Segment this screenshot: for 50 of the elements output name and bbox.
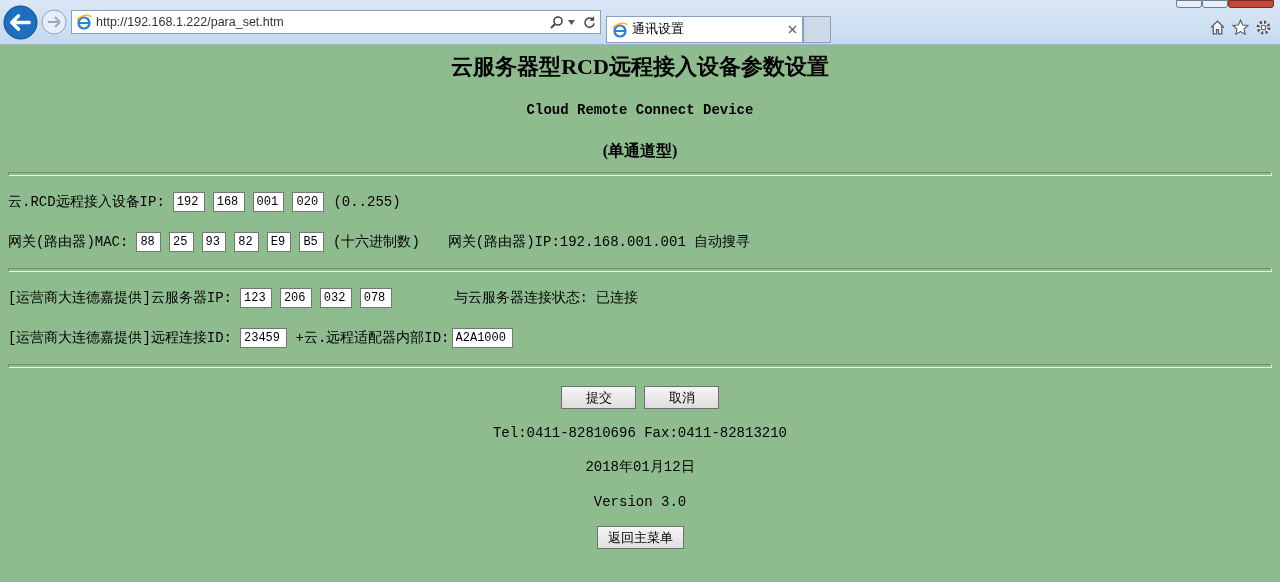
field-hint: (0..255) — [333, 192, 401, 212]
close-icon[interactable] — [788, 25, 797, 34]
input-field[interactable]: 206 — [279, 288, 312, 308]
input-field[interactable]: 82 — [234, 232, 259, 252]
search-icon[interactable] — [550, 15, 564, 29]
field-label: [运营商大连德嘉提供]远程连接ID: — [8, 328, 232, 348]
minimize-button[interactable] — [1176, 0, 1202, 8]
contact-text: Tel:0411-82810696 Fax:0411-82813210 — [491, 424, 789, 443]
input-field[interactable]: 032 — [319, 288, 352, 308]
input-field[interactable]: 25 — [169, 232, 194, 252]
dropdown-caret-icon[interactable] — [568, 19, 575, 25]
form-button[interactable]: 提交 — [561, 386, 636, 409]
star-icon[interactable] — [1232, 18, 1249, 36]
home-icon[interactable] — [1209, 18, 1226, 36]
input-field[interactable]: 001 — [252, 192, 285, 212]
input-field[interactable]: E9 — [266, 232, 292, 252]
page-subtitle: Cloud Remote Connect Device — [525, 101, 755, 120]
input-field[interactable]: 88 — [136, 232, 161, 252]
field-label: 云.RCD远程接入设备IP: — [8, 192, 165, 212]
input-field[interactable]: 168 — [212, 192, 245, 212]
input-field[interactable]: 078 — [359, 288, 392, 308]
gateway-ip-text: 网关(路由器)IP:192.168.001.001 自动搜寻 — [447, 232, 751, 252]
page-title: 云服务器型RCD远程接入设备参数设置 — [450, 53, 830, 81]
model-label: (单通道型) — [601, 141, 679, 162]
input-field[interactable]: 192 — [172, 192, 205, 212]
back-icon[interactable] — [3, 4, 38, 40]
input-field[interactable]: B5 — [299, 232, 324, 252]
back-to-menu-button[interactable]: 返回主菜单 — [596, 526, 684, 549]
connection-status-text: 与云服务器连接状态: 已连接 — [453, 288, 639, 308]
browser-page-icon — [612, 21, 628, 38]
input-field[interactable]: 123 — [240, 288, 272, 308]
input-field[interactable]: 020 — [292, 192, 325, 212]
date-text: 2018年01月12日 — [584, 458, 696, 477]
refresh-icon[interactable] — [583, 15, 596, 29]
input-field[interactable]: 23459 — [240, 328, 287, 348]
settings-icon[interactable] — [1255, 18, 1272, 36]
browser-page-icon — [76, 14, 92, 30]
input-field[interactable]: 93 — [201, 232, 227, 252]
url-text: http://192.168.1.222/para_set.htm — [96, 13, 285, 31]
field-label: 网关(路由器)MAC: — [8, 232, 129, 252]
version-text: Version 3.0 — [592, 493, 688, 512]
field-label: +云.远程适配器内部ID: — [295, 328, 450, 348]
maximize-button[interactable] — [1202, 0, 1228, 8]
input-field[interactable]: A2A1000 — [451, 328, 513, 348]
tab-title: 通讯设置 — [632, 21, 685, 39]
field-label: [运营商大连德嘉提供]云服务器IP: — [8, 288, 232, 308]
browser-tab[interactable]: 通讯设置 — [606, 16, 803, 43]
form-button[interactable]: 取消 — [644, 386, 719, 409]
address-bar[interactable]: http://192.168.1.222/para_set.htm — [71, 10, 601, 34]
field-hint: (十六进制数) — [333, 232, 420, 252]
